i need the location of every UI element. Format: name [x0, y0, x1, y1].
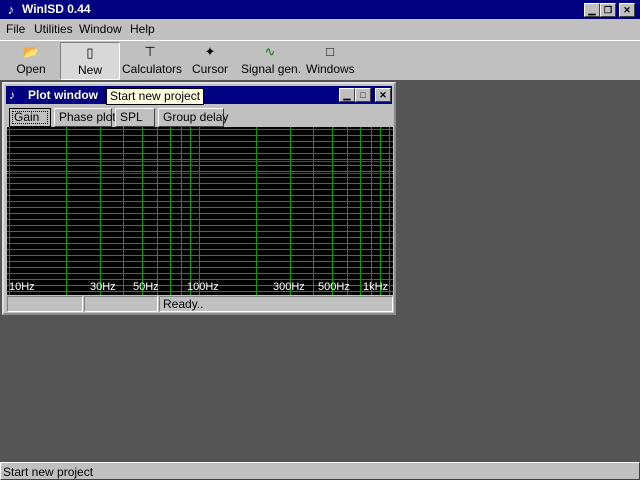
plot-status-text: Ready.. [159, 296, 393, 312]
windows-button[interactable]: □ Windows [306, 42, 355, 80]
plot-status-panel-2 [84, 296, 158, 312]
menu-bar: File Utilities Window Help [0, 19, 640, 39]
title-bar: ♪ WinISD 0.44 ▁ ❐ ✕ [0, 0, 640, 19]
new-project-icon: ▯ [86, 45, 94, 60]
minimize-icon: ▁ [588, 5, 596, 15]
close-button[interactable]: ✕ [619, 3, 635, 17]
restore-icon: ❐ [603, 5, 613, 15]
menu-utilities[interactable]: Utilities [34, 22, 73, 36]
plot-maximize-button[interactable]: □ [355, 88, 371, 102]
minimize-button[interactable]: ▁ [584, 3, 600, 17]
plot-grid [7, 127, 393, 295]
status-text: Start new project [3, 465, 94, 479]
plot-status-panel-1 [7, 296, 83, 312]
status-bar: Start new project [0, 462, 640, 480]
crosshair-icon: ✦ [204, 44, 216, 59]
speaker-icon: ♪ [9, 88, 15, 102]
x-tick-label: 30Hz [90, 281, 116, 293]
x-tick-label: 500Hz [318, 281, 350, 293]
tooltip: Start new project [106, 88, 205, 105]
plot-minimize-button[interactable]: ▁ [339, 88, 355, 102]
folder-open-icon: 📂 [22, 44, 40, 59]
menu-file[interactable]: File [6, 22, 25, 36]
x-tick-label: 1kHz [363, 281, 389, 293]
x-tick-label: 300Hz [273, 281, 305, 293]
tab-spl[interactable]: SPL [115, 108, 155, 127]
calculators-button[interactable]: ⊤ Calculators [122, 42, 182, 80]
tab-gain[interactable]: Gain [9, 108, 51, 127]
plot-window[interactable]: ♪ Plot window ▁ □ ✕ Gain Phase plot SPL … [2, 82, 396, 315]
gain-plot[interactable]: 10Hz 30Hz 50Hz 100Hz 300Hz 500Hz 1kHz [7, 127, 393, 295]
app-title: WinISD 0.44 [22, 2, 91, 16]
close-icon: ✕ [623, 5, 631, 15]
signal-generator-icon: ∿ [264, 44, 276, 59]
tab-phase-plot[interactable]: Phase plot [54, 108, 116, 127]
plot-status-bar: Ready.. [7, 295, 393, 313]
tab-group-delay[interactable]: Group delay [158, 108, 228, 127]
calculator-icon: ⊤ [144, 44, 156, 59]
minimize-icon: ▁ [343, 90, 351, 100]
toolbar: 📂 Open ▯ New ⊤ Calculators ✦ Cursor ∿ Si… [0, 40, 640, 80]
close-icon: ✕ [379, 90, 387, 100]
cursor-button[interactable]: ✦ Cursor [190, 42, 230, 80]
plot-close-button[interactable]: ✕ [375, 88, 391, 102]
new-button[interactable]: ▯ New [60, 42, 120, 80]
menu-window[interactable]: Window [79, 22, 122, 36]
signal-gen-button[interactable]: ∿ Signal gen. [241, 42, 301, 80]
maximize-icon: □ [360, 90, 366, 100]
restore-button[interactable]: ❐ [600, 3, 616, 17]
plot-window-title: Plot window [28, 88, 98, 102]
x-tick-label: 10Hz [9, 281, 35, 293]
open-button[interactable]: 📂 Open [8, 42, 54, 80]
windows-icon: □ [326, 44, 334, 59]
x-tick-label: 50Hz [133, 281, 159, 293]
menu-help[interactable]: Help [130, 22, 155, 36]
x-tick-label: 100Hz [187, 281, 219, 293]
speaker-icon: ♪ [7, 2, 15, 17]
